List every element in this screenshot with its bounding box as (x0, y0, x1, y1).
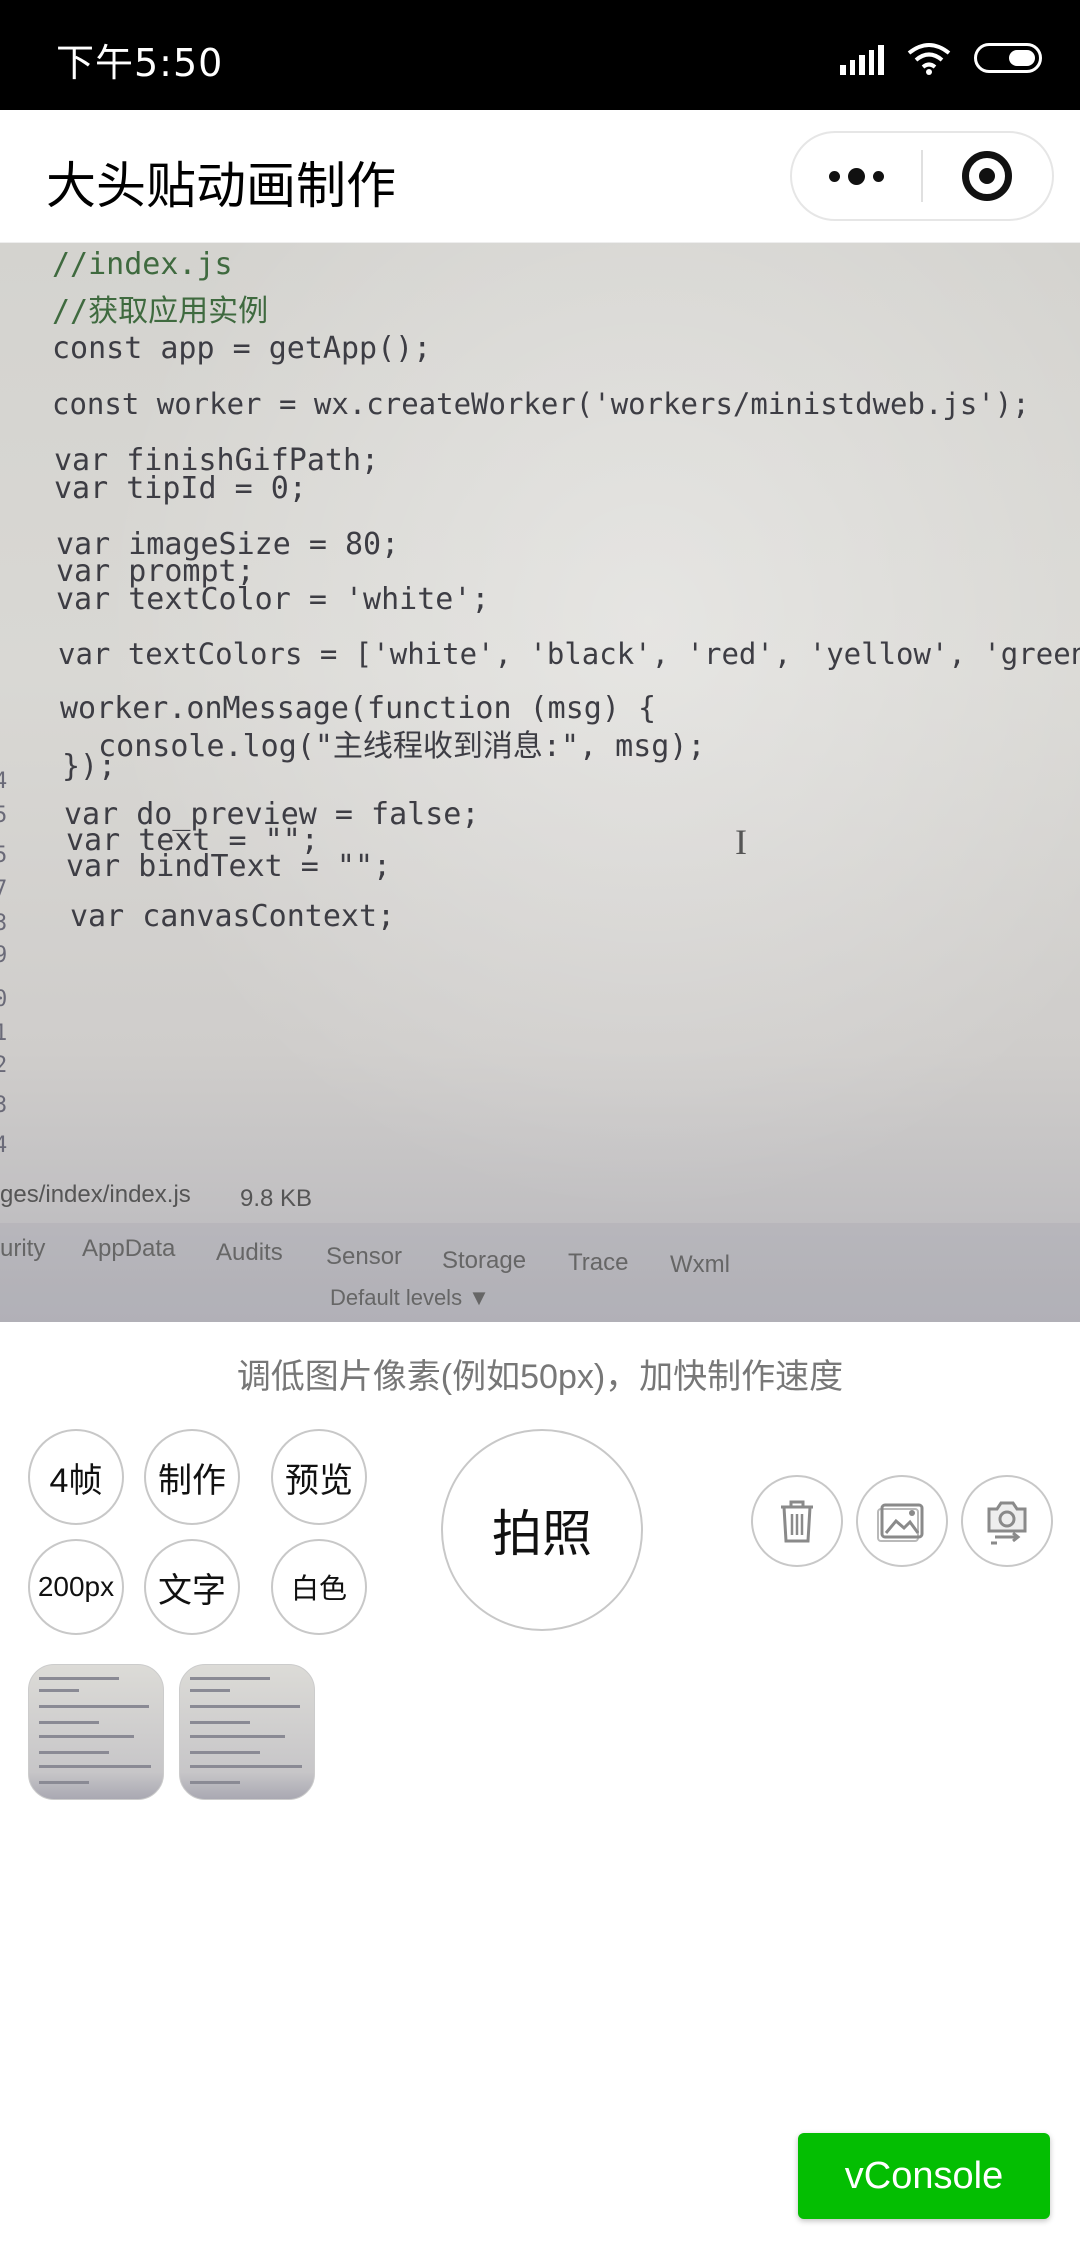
shoot-button[interactable]: 拍照 (441, 1429, 643, 1631)
text-button[interactable]: 文字 (144, 1539, 240, 1635)
code-line: console.log("主线程收到消息:", msg); (62, 729, 706, 764)
code-line: var textColor = 'white'; (56, 582, 490, 617)
color-button[interactable]: 白色 (271, 1539, 367, 1635)
battery-icon (974, 43, 1042, 73)
default-levels: Default levels ▼ (330, 1285, 490, 1310)
wifi-icon (907, 43, 951, 75)
frames-button[interactable]: 4帧 (28, 1429, 124, 1525)
code-line: }); (62, 749, 117, 784)
code-line: const app = getApp(); (52, 331, 432, 366)
image-icon (877, 1503, 924, 1542)
photographed-code: //index.js //获取应用实例 const app = getApp()… (0, 243, 1080, 1322)
line-number: 5 (0, 843, 8, 868)
status-time: 下午5:50 (56, 41, 224, 85)
more-dots-icon[interactable] (792, 133, 921, 219)
code-line: const worker = wx.createWorker('workers/… (52, 387, 1030, 421)
devtools-tabs: urity AppData Audits Sensor Storage Trac… (0, 1223, 1080, 1322)
size-button[interactable]: 200px (28, 1539, 124, 1635)
album-button[interactable] (856, 1475, 948, 1567)
mini-program-capsule (790, 131, 1054, 221)
code-line: //获取应用实例 (52, 294, 269, 329)
page-title: 大头贴动画制作 (46, 157, 396, 215)
vconsole-button[interactable]: vConsole (798, 2133, 1050, 2219)
file-size: 9.8 KB (240, 1185, 313, 1212)
line-number: 7 (0, 877, 8, 902)
target-circle-icon (962, 151, 1013, 201)
status-icons (840, 38, 1042, 78)
line-number: 9 (0, 943, 8, 968)
line-number: 2 (0, 1053, 8, 1078)
code-line: var textColors = ['white', 'black', 'red… (58, 637, 1080, 671)
line-number: 1 (0, 1021, 8, 1046)
close-mini-program-button[interactable] (923, 133, 1052, 219)
status-bar: 下午5:50 (0, 0, 1080, 110)
switch-camera-icon (987, 1501, 1027, 1545)
code-line: //index.js (52, 247, 233, 282)
code-line: var canvasContext; (70, 899, 396, 934)
preview-button[interactable]: 预览 (271, 1429, 367, 1525)
frame-thumbnail[interactable] (28, 1664, 164, 1800)
devtools-tab: Audits (216, 1239, 283, 1266)
code-line: var bindText = ""; (66, 849, 392, 884)
frame-thumbnail[interactable] (179, 1664, 315, 1800)
devtools-tab: Wxml (670, 1251, 730, 1278)
line-number: 3 (0, 911, 8, 936)
signal-icon (840, 41, 884, 75)
line-number: 4 (0, 1133, 8, 1158)
devtools-tab: AppData (82, 1235, 176, 1262)
switch-camera-button[interactable] (961, 1475, 1053, 1567)
code-line: var tipId = 0; (54, 471, 307, 506)
devtools-tab: Trace (568, 1249, 629, 1276)
text-cursor-icon: I (735, 822, 747, 862)
make-button[interactable]: 制作 (144, 1429, 240, 1525)
editor-status-strip: ges/index/index.js 9.8 KB (0, 1173, 1080, 1213)
trash-icon (781, 1500, 813, 1543)
devtools-tab: Sensor (326, 1243, 403, 1270)
devtools-tab: urity (0, 1235, 46, 1262)
line-number: 5 (0, 803, 8, 828)
speed-hint: 调低图片像素(例如50px)，加快制作速度 (236, 1358, 844, 1396)
line-number: 0 (0, 987, 8, 1012)
nav-bar: 大头贴动画制作 (0, 110, 1080, 243)
file-path: ges/index/index.js (0, 1181, 191, 1208)
line-number: 3 (0, 1093, 8, 1118)
delete-button[interactable] (751, 1475, 843, 1567)
camera-preview: //index.js //获取应用实例 const app = getApp()… (0, 243, 1080, 1322)
devtools-tab: Storage (442, 1247, 527, 1274)
line-number: 4 (0, 769, 8, 794)
